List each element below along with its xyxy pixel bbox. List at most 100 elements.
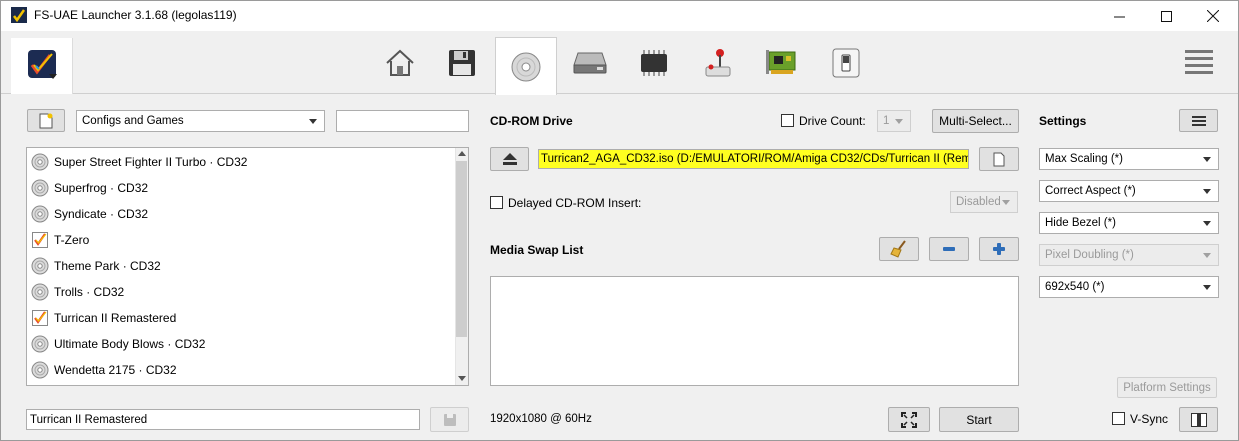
- list-mode-dropdown[interactable]: Configs and Games: [76, 110, 325, 132]
- cd-icon: [31, 179, 49, 197]
- cd-icon: [31, 153, 49, 171]
- drive-count-checkbox[interactable]: [781, 114, 794, 127]
- delayed-insert-dropdown[interactable]: Disabled: [950, 191, 1018, 213]
- clear-swap-list-button[interactable]: [879, 237, 919, 261]
- search-input[interactable]: [336, 110, 469, 132]
- logo-area[interactable]: [11, 38, 73, 94]
- start-button[interactable]: Start: [939, 407, 1019, 432]
- vsync-label: V-Sync: [1130, 412, 1169, 426]
- hard-drive-icon: [573, 52, 607, 74]
- new-config-button[interactable]: [27, 109, 65, 132]
- list-item[interactable]: Syndicate · CD32: [27, 201, 455, 227]
- resolution-dropdown[interactable]: 692x540 (*): [1039, 276, 1219, 298]
- bezel-dropdown[interactable]: Hide Bezel (*): [1039, 212, 1219, 234]
- delayed-insert-value: Disabled: [956, 196, 1001, 208]
- file-icon: [993, 152, 1005, 166]
- list-item-label: Syndicate · CD32: [54, 207, 149, 221]
- cd-icon: [31, 361, 49, 379]
- drive-count-dropdown[interactable]: 1: [877, 110, 911, 132]
- list-item-label: T-Zero: [54, 233, 90, 247]
- resolution-dropdown-value: 692x540 (*): [1045, 281, 1105, 293]
- fullscreen-icon: [901, 411, 917, 428]
- game-list[interactable]: Super Street Fighter II Turbo · CD32 Supe…: [26, 147, 469, 386]
- tab-home[interactable]: [369, 37, 431, 89]
- scrollbar-thumb[interactable]: [456, 161, 467, 337]
- menu-icon: [1191, 115, 1206, 126]
- main-menu-button[interactable]: [1181, 46, 1217, 78]
- chevron-down-icon: [1002, 200, 1010, 205]
- resolution-label: 1920x1080 @ 60Hz: [490, 413, 592, 425]
- fullscreen-button[interactable]: [888, 407, 930, 432]
- chevron-down-icon: [1203, 285, 1211, 290]
- delayed-insert-label: Delayed CD-ROM Insert:: [508, 196, 642, 210]
- media-swap-list[interactable]: [490, 276, 1019, 386]
- tab-switch[interactable]: [815, 37, 877, 89]
- list-item-label: Trolls · CD32: [54, 285, 125, 299]
- settings-menu-button[interactable]: [1179, 109, 1218, 132]
- close-button[interactable]: [1190, 1, 1236, 31]
- cd-icon: [31, 335, 49, 353]
- minus-icon: [943, 247, 955, 251]
- minimize-button[interactable]: [1096, 1, 1142, 31]
- chevron-down-icon: [1203, 157, 1211, 162]
- vsync-checkbox[interactable]: [1112, 412, 1125, 425]
- config-check-icon: [32, 232, 48, 248]
- scroll-down-icon[interactable]: [458, 376, 466, 382]
- aspect-value: Correct Aspect (*): [1045, 185, 1136, 197]
- tab-cdrom[interactable]: [495, 37, 557, 95]
- list-item[interactable]: Superfrog · CD32: [27, 175, 455, 201]
- home-icon: [386, 49, 414, 76]
- list-item[interactable]: Ultimate Body Blows · CD32: [27, 331, 455, 357]
- save-icon: [443, 413, 456, 426]
- launcher-window: FS-UAE Launcher 3.1.68 (legolas119) Conf…: [0, 0, 1239, 441]
- aspect-dropdown[interactable]: Correct Aspect (*): [1039, 180, 1219, 202]
- config-check-icon: [32, 310, 48, 326]
- new-config-icon: [39, 113, 53, 128]
- pixel-doubling-value: Pixel Doubling (*): [1045, 249, 1134, 261]
- save-config-button[interactable]: [430, 407, 469, 432]
- multi-select-button[interactable]: Multi-Select...: [932, 109, 1019, 133]
- chevron-down-icon: [309, 119, 317, 124]
- tab-memory[interactable]: [623, 37, 685, 89]
- platform-settings-button[interactable]: Platform Settings: [1117, 377, 1217, 398]
- list-item[interactable]: Wendetta 2175 · CD32: [27, 357, 455, 383]
- cd-icon: [31, 283, 49, 301]
- plus-icon: [993, 243, 1005, 255]
- split-view-icon: [1190, 412, 1207, 427]
- remove-swap-button[interactable]: [929, 237, 969, 261]
- minimize-icon: [1113, 16, 1125, 17]
- maximize-button[interactable]: [1143, 1, 1189, 31]
- browse-cd-button[interactable]: [979, 147, 1019, 171]
- window-title: FS-UAE Launcher 3.1.68 (legolas119): [34, 8, 237, 22]
- config-name-input[interactable]: [26, 409, 420, 430]
- eject-button[interactable]: [490, 147, 529, 171]
- cdrom-heading: CD-ROM Drive: [490, 114, 573, 128]
- cd-image-field[interactable]: Turrican2_AGA_CD32.iso (D:/EMULATORI/ROM…: [538, 149, 969, 169]
- tab-floppy[interactable]: [431, 37, 493, 89]
- tab-hard-drive[interactable]: [559, 37, 621, 89]
- list-item[interactable]: Turrican II Remastered: [27, 305, 455, 331]
- chevron-down-icon: [1203, 253, 1211, 258]
- tab-expansion[interactable]: [751, 37, 813, 89]
- memory-chip-icon: [641, 50, 667, 76]
- floppy-icon: [449, 50, 475, 76]
- scaling-dropdown[interactable]: Max Scaling (*): [1039, 148, 1219, 170]
- list-item-label: Wendetta 2175 · CD32: [54, 363, 177, 377]
- main-toolbar: [1, 31, 1238, 95]
- settings-heading: Settings: [1039, 114, 1087, 128]
- cd-image-path: Turrican2_AGA_CD32.iso (D:/EMULATORI/ROM…: [539, 150, 968, 168]
- delayed-insert-checkbox[interactable]: [490, 196, 503, 209]
- list-item-label: Turrican II Remastered: [54, 311, 177, 325]
- pixel-doubling-dropdown[interactable]: Pixel Doubling (*): [1039, 244, 1219, 266]
- scroll-up-icon[interactable]: [458, 151, 466, 157]
- maximize-icon: [1160, 10, 1172, 22]
- list-item[interactable]: Theme Park · CD32: [27, 253, 455, 279]
- chevron-down-icon: [49, 74, 57, 79]
- scaling-value: Max Scaling (*): [1045, 153, 1123, 165]
- add-swap-button[interactable]: [979, 237, 1019, 261]
- tab-joystick[interactable]: [687, 37, 749, 89]
- layout-toggle-button[interactable]: [1179, 407, 1218, 432]
- list-item[interactable]: Super Street Fighter II Turbo · CD32: [27, 149, 455, 175]
- list-item[interactable]: T-Zero: [27, 227, 455, 253]
- list-item[interactable]: Trolls · CD32: [27, 279, 455, 305]
